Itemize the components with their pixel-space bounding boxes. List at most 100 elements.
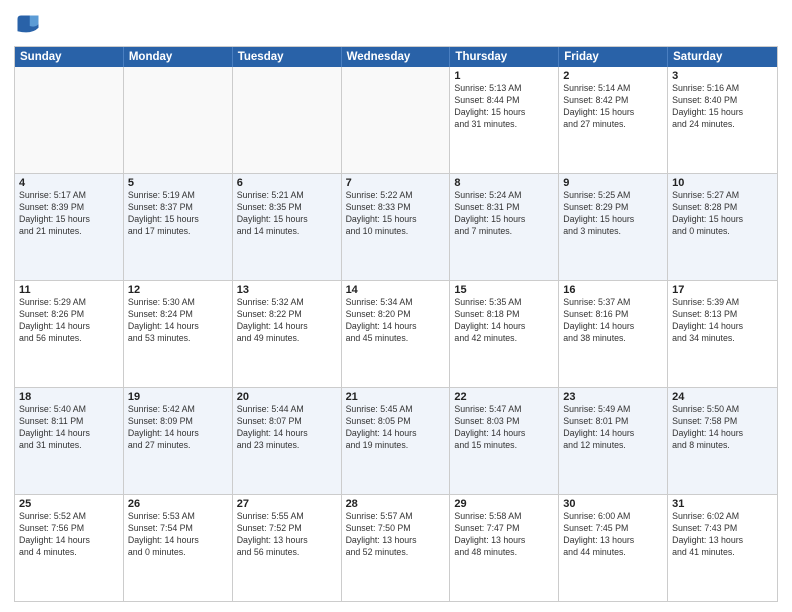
day-cell-13: 13Sunrise: 5:32 AMSunset: 8:22 PMDayligh… bbox=[233, 281, 342, 387]
day-cell-18: 18Sunrise: 5:40 AMSunset: 8:11 PMDayligh… bbox=[15, 388, 124, 494]
day-info: Sunrise: 6:02 AMSunset: 7:43 PMDaylight:… bbox=[672, 511, 773, 559]
header-day-monday: Monday bbox=[124, 47, 233, 67]
day-info: Sunrise: 5:40 AMSunset: 8:11 PMDaylight:… bbox=[19, 404, 119, 452]
day-cell-11: 11Sunrise: 5:29 AMSunset: 8:26 PMDayligh… bbox=[15, 281, 124, 387]
day-number: 5 bbox=[128, 177, 228, 189]
day-info: Sunrise: 5:37 AMSunset: 8:16 PMDaylight:… bbox=[563, 297, 663, 345]
day-info: Sunrise: 5:14 AMSunset: 8:42 PMDaylight:… bbox=[563, 83, 663, 131]
day-info: Sunrise: 5:44 AMSunset: 8:07 PMDaylight:… bbox=[237, 404, 337, 452]
calendar: SundayMondayTuesdayWednesdayThursdayFrid… bbox=[14, 46, 778, 602]
day-info: Sunrise: 5:39 AMSunset: 8:13 PMDaylight:… bbox=[672, 297, 773, 345]
empty-cell-0-2 bbox=[233, 67, 342, 173]
header bbox=[14, 12, 778, 40]
day-cell-6: 6Sunrise: 5:21 AMSunset: 8:35 PMDaylight… bbox=[233, 174, 342, 280]
day-cell-3: 3Sunrise: 5:16 AMSunset: 8:40 PMDaylight… bbox=[668, 67, 777, 173]
day-number: 7 bbox=[346, 177, 446, 189]
day-number: 29 bbox=[454, 498, 554, 510]
day-number: 12 bbox=[128, 284, 228, 296]
day-cell-17: 17Sunrise: 5:39 AMSunset: 8:13 PMDayligh… bbox=[668, 281, 777, 387]
day-number: 4 bbox=[19, 177, 119, 189]
day-cell-31: 31Sunrise: 6:02 AMSunset: 7:43 PMDayligh… bbox=[668, 495, 777, 601]
day-number: 8 bbox=[454, 177, 554, 189]
day-cell-2: 2Sunrise: 5:14 AMSunset: 8:42 PMDaylight… bbox=[559, 67, 668, 173]
day-number: 28 bbox=[346, 498, 446, 510]
day-info: Sunrise: 5:30 AMSunset: 8:24 PMDaylight:… bbox=[128, 297, 228, 345]
day-cell-26: 26Sunrise: 5:53 AMSunset: 7:54 PMDayligh… bbox=[124, 495, 233, 601]
empty-cell-0-3 bbox=[342, 67, 451, 173]
day-cell-10: 10Sunrise: 5:27 AMSunset: 8:28 PMDayligh… bbox=[668, 174, 777, 280]
day-number: 14 bbox=[346, 284, 446, 296]
day-cell-1: 1Sunrise: 5:13 AMSunset: 8:44 PMDaylight… bbox=[450, 67, 559, 173]
page: SundayMondayTuesdayWednesdayThursdayFrid… bbox=[0, 0, 792, 612]
day-number: 23 bbox=[563, 391, 663, 403]
day-cell-22: 22Sunrise: 5:47 AMSunset: 8:03 PMDayligh… bbox=[450, 388, 559, 494]
day-cell-29: 29Sunrise: 5:58 AMSunset: 7:47 PMDayligh… bbox=[450, 495, 559, 601]
day-info: Sunrise: 6:00 AMSunset: 7:45 PMDaylight:… bbox=[563, 511, 663, 559]
day-info: Sunrise: 5:53 AMSunset: 7:54 PMDaylight:… bbox=[128, 511, 228, 559]
day-info: Sunrise: 5:49 AMSunset: 8:01 PMDaylight:… bbox=[563, 404, 663, 452]
day-info: Sunrise: 5:42 AMSunset: 8:09 PMDaylight:… bbox=[128, 404, 228, 452]
day-number: 10 bbox=[672, 177, 773, 189]
day-info: Sunrise: 5:21 AMSunset: 8:35 PMDaylight:… bbox=[237, 190, 337, 238]
day-number: 11 bbox=[19, 284, 119, 296]
day-number: 22 bbox=[454, 391, 554, 403]
calendar-row-3: 18Sunrise: 5:40 AMSunset: 8:11 PMDayligh… bbox=[15, 388, 777, 495]
day-info: Sunrise: 5:35 AMSunset: 8:18 PMDaylight:… bbox=[454, 297, 554, 345]
day-info: Sunrise: 5:57 AMSunset: 7:50 PMDaylight:… bbox=[346, 511, 446, 559]
day-number: 20 bbox=[237, 391, 337, 403]
day-cell-8: 8Sunrise: 5:24 AMSunset: 8:31 PMDaylight… bbox=[450, 174, 559, 280]
day-info: Sunrise: 5:50 AMSunset: 7:58 PMDaylight:… bbox=[672, 404, 773, 452]
day-info: Sunrise: 5:25 AMSunset: 8:29 PMDaylight:… bbox=[563, 190, 663, 238]
day-number: 19 bbox=[128, 391, 228, 403]
day-number: 27 bbox=[237, 498, 337, 510]
day-number: 6 bbox=[237, 177, 337, 189]
calendar-row-1: 4Sunrise: 5:17 AMSunset: 8:39 PMDaylight… bbox=[15, 174, 777, 281]
calendar-row-2: 11Sunrise: 5:29 AMSunset: 8:26 PMDayligh… bbox=[15, 281, 777, 388]
day-info: Sunrise: 5:32 AMSunset: 8:22 PMDaylight:… bbox=[237, 297, 337, 345]
day-cell-14: 14Sunrise: 5:34 AMSunset: 8:20 PMDayligh… bbox=[342, 281, 451, 387]
day-info: Sunrise: 5:58 AMSunset: 7:47 PMDaylight:… bbox=[454, 511, 554, 559]
empty-cell-0-0 bbox=[15, 67, 124, 173]
calendar-row-4: 25Sunrise: 5:52 AMSunset: 7:56 PMDayligh… bbox=[15, 495, 777, 601]
day-number: 1 bbox=[454, 70, 554, 82]
day-number: 13 bbox=[237, 284, 337, 296]
day-cell-4: 4Sunrise: 5:17 AMSunset: 8:39 PMDaylight… bbox=[15, 174, 124, 280]
day-number: 26 bbox=[128, 498, 228, 510]
day-info: Sunrise: 5:55 AMSunset: 7:52 PMDaylight:… bbox=[237, 511, 337, 559]
day-number: 31 bbox=[672, 498, 773, 510]
empty-cell-0-1 bbox=[124, 67, 233, 173]
logo-icon bbox=[14, 12, 42, 40]
header-day-tuesday: Tuesday bbox=[233, 47, 342, 67]
day-cell-9: 9Sunrise: 5:25 AMSunset: 8:29 PMDaylight… bbox=[559, 174, 668, 280]
day-number: 17 bbox=[672, 284, 773, 296]
calendar-header: SundayMondayTuesdayWednesdayThursdayFrid… bbox=[15, 47, 777, 67]
day-cell-28: 28Sunrise: 5:57 AMSunset: 7:50 PMDayligh… bbox=[342, 495, 451, 601]
day-cell-27: 27Sunrise: 5:55 AMSunset: 7:52 PMDayligh… bbox=[233, 495, 342, 601]
day-number: 18 bbox=[19, 391, 119, 403]
day-info: Sunrise: 5:24 AMSunset: 8:31 PMDaylight:… bbox=[454, 190, 554, 238]
header-day-wednesday: Wednesday bbox=[342, 47, 451, 67]
day-info: Sunrise: 5:27 AMSunset: 8:28 PMDaylight:… bbox=[672, 190, 773, 238]
day-cell-15: 15Sunrise: 5:35 AMSunset: 8:18 PMDayligh… bbox=[450, 281, 559, 387]
day-cell-7: 7Sunrise: 5:22 AMSunset: 8:33 PMDaylight… bbox=[342, 174, 451, 280]
day-cell-25: 25Sunrise: 5:52 AMSunset: 7:56 PMDayligh… bbox=[15, 495, 124, 601]
day-info: Sunrise: 5:34 AMSunset: 8:20 PMDaylight:… bbox=[346, 297, 446, 345]
header-day-thursday: Thursday bbox=[450, 47, 559, 67]
day-info: Sunrise: 5:17 AMSunset: 8:39 PMDaylight:… bbox=[19, 190, 119, 238]
calendar-body: 1Sunrise: 5:13 AMSunset: 8:44 PMDaylight… bbox=[15, 67, 777, 601]
day-info: Sunrise: 5:22 AMSunset: 8:33 PMDaylight:… bbox=[346, 190, 446, 238]
day-cell-23: 23Sunrise: 5:49 AMSunset: 8:01 PMDayligh… bbox=[559, 388, 668, 494]
day-info: Sunrise: 5:19 AMSunset: 8:37 PMDaylight:… bbox=[128, 190, 228, 238]
day-info: Sunrise: 5:16 AMSunset: 8:40 PMDaylight:… bbox=[672, 83, 773, 131]
day-cell-5: 5Sunrise: 5:19 AMSunset: 8:37 PMDaylight… bbox=[124, 174, 233, 280]
day-cell-19: 19Sunrise: 5:42 AMSunset: 8:09 PMDayligh… bbox=[124, 388, 233, 494]
day-number: 3 bbox=[672, 70, 773, 82]
day-cell-30: 30Sunrise: 6:00 AMSunset: 7:45 PMDayligh… bbox=[559, 495, 668, 601]
calendar-row-0: 1Sunrise: 5:13 AMSunset: 8:44 PMDaylight… bbox=[15, 67, 777, 174]
day-number: 21 bbox=[346, 391, 446, 403]
day-number: 25 bbox=[19, 498, 119, 510]
day-number: 2 bbox=[563, 70, 663, 82]
day-cell-20: 20Sunrise: 5:44 AMSunset: 8:07 PMDayligh… bbox=[233, 388, 342, 494]
header-day-friday: Friday bbox=[559, 47, 668, 67]
day-info: Sunrise: 5:45 AMSunset: 8:05 PMDaylight:… bbox=[346, 404, 446, 452]
